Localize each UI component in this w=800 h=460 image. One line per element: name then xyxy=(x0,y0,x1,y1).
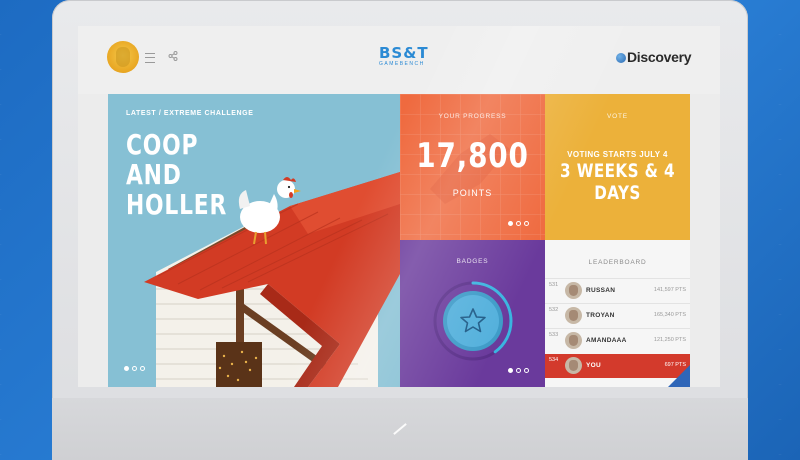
progress-pager[interactable] xyxy=(508,221,529,226)
avatar xyxy=(565,332,582,349)
leaderboard-name: AMANDAAA xyxy=(586,337,627,344)
bst-logo-sub: GAMEBENCH xyxy=(379,61,425,67)
leaderboard-rank: 534 xyxy=(549,357,559,363)
progress-points-unit: POINTS xyxy=(452,188,493,198)
leaderboard-name: YOU xyxy=(586,362,601,369)
corner-fold-icon xyxy=(668,365,690,387)
vote-label: VOTE xyxy=(607,113,628,120)
leaderboard-rank: 532 xyxy=(549,307,559,313)
pager-dot[interactable] xyxy=(132,366,137,371)
globe-icon xyxy=(616,53,626,63)
leaderboard-rank: 531 xyxy=(549,282,559,288)
avatar[interactable] xyxy=(107,41,139,73)
pager-dot[interactable] xyxy=(508,221,513,226)
avatar xyxy=(565,357,582,374)
vote-tile[interactable]: VOTE VOTING STARTS JULY 4 3 WEEKS & 4 DA… xyxy=(545,94,690,240)
leaderboard-name: RUSSAN xyxy=(586,287,616,294)
hero-challenge-card[interactable]: LATEST / EXTREME CHALLENGE COOP AND HOLL… xyxy=(108,94,400,387)
leaderboard-points: 165,340 PTS xyxy=(653,312,686,318)
menu-icon[interactable] xyxy=(145,53,155,63)
leaderboard-name: TROYAN xyxy=(586,312,615,319)
share-icon[interactable] xyxy=(168,51,178,64)
progress-points-value: 17,800 xyxy=(416,136,529,176)
leaderboard-row[interactable]: 532 TROYAN 165,340 PTS xyxy=(545,303,690,328)
badges-tile[interactable]: BADGES xyxy=(400,240,545,387)
avatar-face xyxy=(116,47,130,67)
pager-dot[interactable] xyxy=(524,221,529,226)
vote-start-text: VOTING STARTS JULY 4 xyxy=(567,150,668,159)
badge-progress-ring[interactable] xyxy=(430,278,516,364)
pager-dot[interactable] xyxy=(140,366,145,371)
discovery-logo-text: Discovery xyxy=(627,49,692,65)
leaderboard-points: 141,597 PTS xyxy=(653,287,686,293)
avatar xyxy=(565,282,582,299)
bst-logo[interactable]: BS&T GAMEBENCH xyxy=(379,44,429,68)
bst-logo-main: BS&T xyxy=(379,44,429,62)
vote-countdown: 3 WEEKS & 4 DAYS xyxy=(560,160,675,204)
discovery-logo[interactable]: Discovery xyxy=(616,49,692,65)
leaderboard-row[interactable]: 533 AMANDAAA 121,250 PTS xyxy=(545,328,690,353)
leaderboard-row[interactable]: 531 RUSSAN 141,597 PTS xyxy=(545,278,690,303)
hero-eyebrow: LATEST / EXTREME CHALLENGE xyxy=(126,110,254,117)
badges-label: BADGES xyxy=(456,258,489,265)
pager-dot[interactable] xyxy=(516,221,521,226)
pager-dot[interactable] xyxy=(524,368,529,373)
leaderboard-rank: 533 xyxy=(549,332,559,338)
badges-pager[interactable] xyxy=(508,368,529,373)
pager-dot[interactable] xyxy=(508,368,513,373)
progress-tile[interactable]: YOUR PROGRESS 17,800 POINTS xyxy=(400,94,545,240)
leaderboard-tile[interactable]: LEADERBOARD 531 RUSSAN 141,597 PTS 532 T… xyxy=(545,240,690,387)
app-screen: BS&T GAMEBENCH Discovery LATEST / EXTREM… xyxy=(78,26,720,387)
share-icon-glyph xyxy=(168,51,178,61)
progress-label: YOUR PROGRESS xyxy=(438,113,507,120)
leaderboard-label: LEADERBOARD xyxy=(588,259,647,266)
app-header: BS&T GAMEBENCH Discovery xyxy=(78,26,720,94)
leaderboard-points: 121,250 PTS xyxy=(653,337,686,343)
avatar xyxy=(565,307,582,324)
pager-dot[interactable] xyxy=(516,368,521,373)
pager-dot[interactable] xyxy=(124,366,129,371)
hero-pager[interactable] xyxy=(124,366,145,371)
hero-title: COOP AND HOLLER xyxy=(126,128,228,221)
